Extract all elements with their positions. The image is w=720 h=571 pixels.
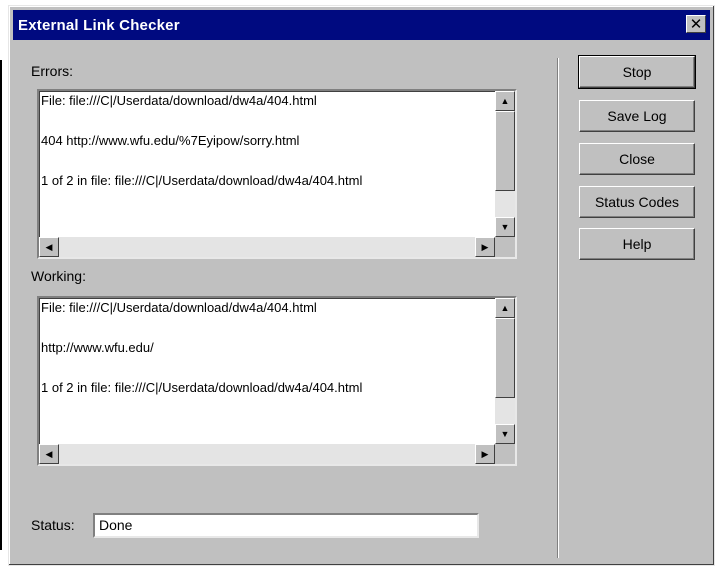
errors-line-count: 1 of 2 in file: file:///C|/Userdata/down… bbox=[41, 173, 363, 188]
arrow-down-icon: ▼ bbox=[500, 221, 510, 232]
errors-vertical-thumb[interactable] bbox=[495, 111, 515, 191]
errors-scroll-down-button[interactable]: ▼ bbox=[495, 217, 515, 237]
status-label: Status: bbox=[31, 517, 75, 533]
arrow-down-icon: ▼ bbox=[500, 428, 510, 439]
external-link-checker-dialog: External Link Checker ✕ Errors: File: fi… bbox=[8, 5, 715, 566]
working-label: Working: bbox=[31, 268, 86, 284]
errors-line-status: 404 http://www.wfu.edu/%7Eyipow/sorry.ht… bbox=[41, 133, 300, 148]
save-log-button[interactable]: Save Log bbox=[579, 100, 695, 132]
arrow-up-icon: ▲ bbox=[500, 95, 510, 106]
arrow-right-icon: ▶ bbox=[481, 241, 489, 252]
status-field: Done bbox=[93, 513, 479, 538]
errors-vertical-scrollbar[interactable]: ▲ ▼ bbox=[495, 91, 515, 237]
working-vertical-thumb[interactable] bbox=[495, 318, 515, 398]
errors-scroll-up-button[interactable]: ▲ bbox=[495, 91, 515, 111]
working-lines: File: file:///C|/Userdata/download/dw4a/… bbox=[41, 300, 493, 442]
errors-label: Errors: bbox=[31, 63, 73, 79]
working-line-file: File: file:///C|/Userdata/download/dw4a/… bbox=[41, 300, 317, 315]
working-horizontal-scrollbar[interactable]: ◀ ▶ bbox=[39, 444, 495, 464]
status-codes-button[interactable]: Status Codes bbox=[579, 186, 695, 218]
working-scroll-right-button[interactable]: ▶ bbox=[475, 444, 495, 464]
close-window-button[interactable]: ✕ bbox=[686, 15, 706, 33]
working-vertical-scrollbar[interactable]: ▲ ▼ bbox=[495, 298, 515, 444]
arrow-left-icon: ◀ bbox=[45, 448, 53, 459]
errors-scroll-left-button[interactable]: ◀ bbox=[39, 237, 59, 257]
vertical-divider bbox=[557, 58, 559, 558]
background-edge-line bbox=[0, 60, 2, 550]
errors-lines: File: file:///C|/Userdata/download/dw4a/… bbox=[41, 93, 493, 235]
errors-scrollbar-corner bbox=[495, 237, 515, 257]
errors-horizontal-scrollbar[interactable]: ◀ ▶ bbox=[39, 237, 495, 257]
working-scrollbar-corner bbox=[495, 444, 515, 464]
arrow-up-icon: ▲ bbox=[500, 302, 510, 313]
working-scroll-up-button[interactable]: ▲ bbox=[495, 298, 515, 318]
working-line-url: http://www.wfu.edu/ bbox=[41, 340, 154, 355]
stop-button[interactable]: Stop bbox=[578, 55, 696, 89]
close-icon: ✕ bbox=[689, 15, 703, 33]
window-title: External Link Checker bbox=[18, 16, 180, 34]
arrow-right-icon: ▶ bbox=[481, 448, 489, 459]
help-button[interactable]: Help bbox=[579, 228, 695, 260]
close-button[interactable]: Close bbox=[579, 143, 695, 175]
working-line-count: 1 of 2 in file: file:///C|/Userdata/down… bbox=[41, 380, 363, 395]
working-scroll-down-button[interactable]: ▼ bbox=[495, 424, 515, 444]
errors-line-file: File: file:///C|/Userdata/download/dw4a/… bbox=[41, 93, 317, 108]
errors-listbox[interactable]: File: file:///C|/Userdata/download/dw4a/… bbox=[37, 89, 517, 259]
arrow-left-icon: ◀ bbox=[45, 241, 53, 252]
title-bar[interactable]: External Link Checker ✕ bbox=[13, 10, 710, 40]
working-scroll-left-button[interactable]: ◀ bbox=[39, 444, 59, 464]
working-listbox[interactable]: File: file:///C|/Userdata/download/dw4a/… bbox=[37, 296, 517, 466]
errors-scroll-right-button[interactable]: ▶ bbox=[475, 237, 495, 257]
